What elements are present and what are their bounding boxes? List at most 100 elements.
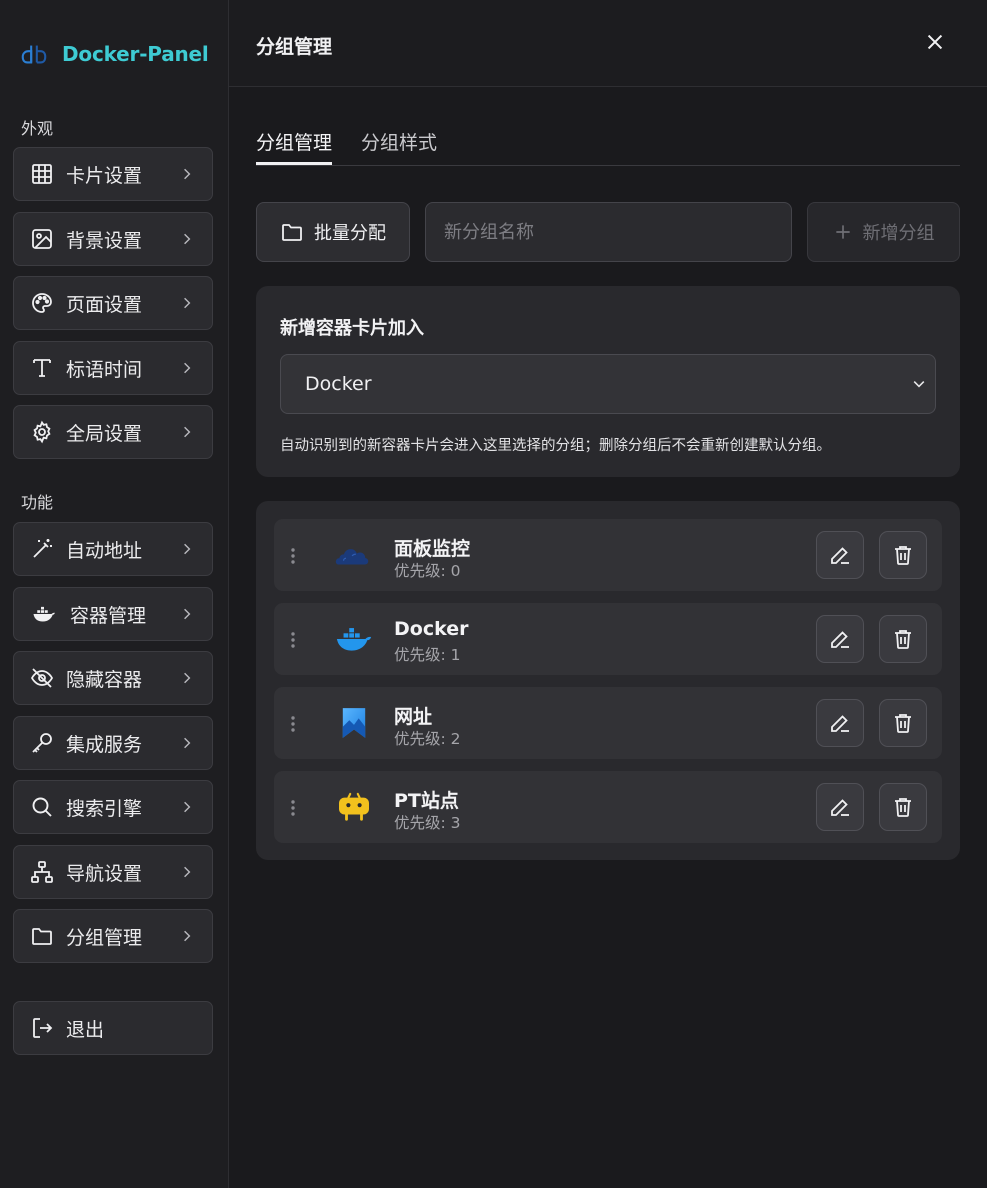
delete-group-button[interactable]	[879, 531, 927, 579]
sidebar-item-auto-address[interactable]: 自动地址	[13, 522, 213, 576]
sidebar-item-container-management[interactable]: 容器管理	[13, 587, 213, 641]
default-group-select[interactable]: Docker	[280, 354, 936, 414]
default-group-selected: Docker	[305, 373, 372, 395]
folder-icon	[282, 224, 302, 241]
chevron-right-icon	[177, 164, 197, 184]
chevron-right-icon	[177, 358, 197, 378]
docker-whale-icon	[334, 621, 374, 657]
sidebar-item-hidden-containers[interactable]: 隐藏容器	[13, 651, 213, 705]
sidebar-item-label: 全局设置	[66, 422, 143, 445]
tab-group-management[interactable]: 分组管理	[256, 128, 333, 165]
group-priority: 优先级: 2	[394, 730, 461, 748]
chevron-down-icon	[909, 374, 929, 394]
sidebar-item-background-settings[interactable]: 背景设置	[13, 212, 213, 266]
edit-group-button[interactable]	[816, 615, 864, 663]
trash-icon	[895, 798, 911, 817]
delete-group-button[interactable]	[879, 615, 927, 663]
drag-handle-icon[interactable]	[289, 715, 297, 733]
sidebar-item-label: 卡片设置	[66, 164, 143, 187]
grid-icon	[29, 161, 55, 187]
magic-wand-icon	[29, 536, 55, 562]
sidebar-item-card-settings[interactable]: 卡片设置	[13, 147, 213, 201]
tab-bar: 分组管理 分组样式	[256, 124, 960, 166]
key-icon	[29, 730, 55, 756]
pencil-icon	[831, 799, 849, 816]
new-container-card: 新增容器卡片加入 Docker 自动识别到的新容器卡片会进入这里选择的分组；删除…	[256, 286, 960, 477]
search-icon	[29, 794, 55, 820]
eye-off-icon	[29, 665, 55, 691]
add-group-button[interactable]: 新增分组	[807, 202, 960, 262]
docker-whale-icon	[29, 601, 59, 627]
delete-group-button[interactable]	[879, 699, 927, 747]
chevron-right-icon	[177, 668, 197, 688]
sidebar-item-slogan-time[interactable]: 标语时间	[13, 341, 213, 395]
add-group-label: 新增分组	[862, 223, 935, 244]
sidebar-item-label: 背景设置	[66, 229, 143, 252]
sidebar-item-page-settings[interactable]: 页面设置	[13, 276, 213, 330]
logout-button[interactable]: 退出	[13, 1001, 213, 1055]
group-management-panel: 分组管理 分组管理 分组样式 批量分配 新增分组 新增容器卡片加入 Docker…	[229, 0, 987, 1188]
chevron-right-icon	[177, 604, 197, 624]
brand[interactable]: Docker-Panel	[18, 38, 209, 70]
trash-icon	[895, 546, 911, 565]
sidebar-item-label: 页面设置	[66, 293, 143, 316]
group-priority: 优先级: 0	[394, 562, 461, 580]
pencil-icon	[831, 715, 849, 732]
trash-icon	[895, 630, 911, 649]
edit-group-button[interactable]	[816, 783, 864, 831]
chevron-right-icon	[177, 862, 197, 882]
chevron-right-icon	[177, 539, 197, 559]
chevron-right-icon	[177, 293, 197, 313]
sitemap-icon	[29, 859, 55, 885]
chevron-right-icon	[177, 422, 197, 442]
list-item: 网址 优先级: 2	[274, 687, 942, 759]
sidebar-item-integrations[interactable]: 集成服务	[13, 716, 213, 770]
group-priority: 优先级: 1	[394, 646, 461, 664]
new-container-title: 新增容器卡片加入	[280, 318, 424, 339]
pencil-icon	[831, 547, 849, 564]
logout-label: 退出	[66, 1018, 105, 1041]
palette-icon	[29, 290, 55, 316]
panel-header: 分组管理	[229, 0, 987, 87]
list-item: 面板监控 优先级: 0	[274, 519, 942, 591]
image-icon	[29, 226, 55, 252]
new-container-hint: 自动识别到的新容器卡片会进入这里选择的分组；删除分组后不会重新创建默认分组。	[280, 438, 831, 454]
tab-group-style[interactable]: 分组样式	[361, 128, 437, 155]
sidebar-item-label: 集成服务	[66, 733, 143, 756]
edit-group-button[interactable]	[816, 699, 864, 747]
sidebar-item-label: 标语时间	[66, 358, 143, 381]
batch-assign-label: 批量分配	[314, 223, 386, 244]
drag-handle-icon[interactable]	[289, 631, 297, 649]
docker-panel-logo-icon	[18, 38, 50, 70]
yellow-robot-icon	[334, 789, 374, 825]
new-group-name-input[interactable]	[425, 202, 792, 262]
drag-handle-icon[interactable]	[289, 799, 297, 817]
page-title: 分组管理	[256, 36, 333, 58]
group-priority: 优先级: 3	[394, 814, 461, 832]
sidebar-item-search-engine[interactable]: 搜索引擎	[13, 780, 213, 834]
chevron-right-icon	[177, 926, 197, 946]
batch-assign-button[interactable]: 批量分配	[256, 202, 410, 262]
sidebar-item-label: 隐藏容器	[66, 668, 143, 691]
sidebar-item-global-settings[interactable]: 全局设置	[13, 405, 213, 459]
sidebar-item-group-management[interactable]: 分组管理	[13, 909, 213, 963]
group-name: Docker	[394, 618, 469, 640]
cloud-icon	[334, 537, 374, 573]
sidebar-item-navigation-settings[interactable]: 导航设置	[13, 845, 213, 899]
list-item: PT站点 优先级: 3	[274, 771, 942, 843]
plus-icon	[835, 225, 850, 239]
sidebar-item-label: 自动地址	[66, 539, 143, 562]
sidebar: Docker-Panel 外观 卡片设置 背景设置 页面设置 标语时间 全局设置…	[0, 0, 229, 1188]
close-button[interactable]	[921, 28, 949, 56]
gear-icon	[29, 419, 55, 445]
group-toolbar: 批量分配 新增分组	[256, 202, 960, 262]
group-name: 面板监控	[394, 538, 471, 560]
section-label-appearance: 外观	[21, 119, 54, 138]
close-icon	[927, 34, 943, 50]
sidebar-item-label: 容器管理	[70, 604, 147, 627]
delete-group-button[interactable]	[879, 783, 927, 831]
edit-group-button[interactable]	[816, 531, 864, 579]
group-name: PT站点	[394, 790, 459, 812]
drag-handle-icon[interactable]	[289, 547, 297, 565]
pencil-icon	[831, 631, 849, 648]
